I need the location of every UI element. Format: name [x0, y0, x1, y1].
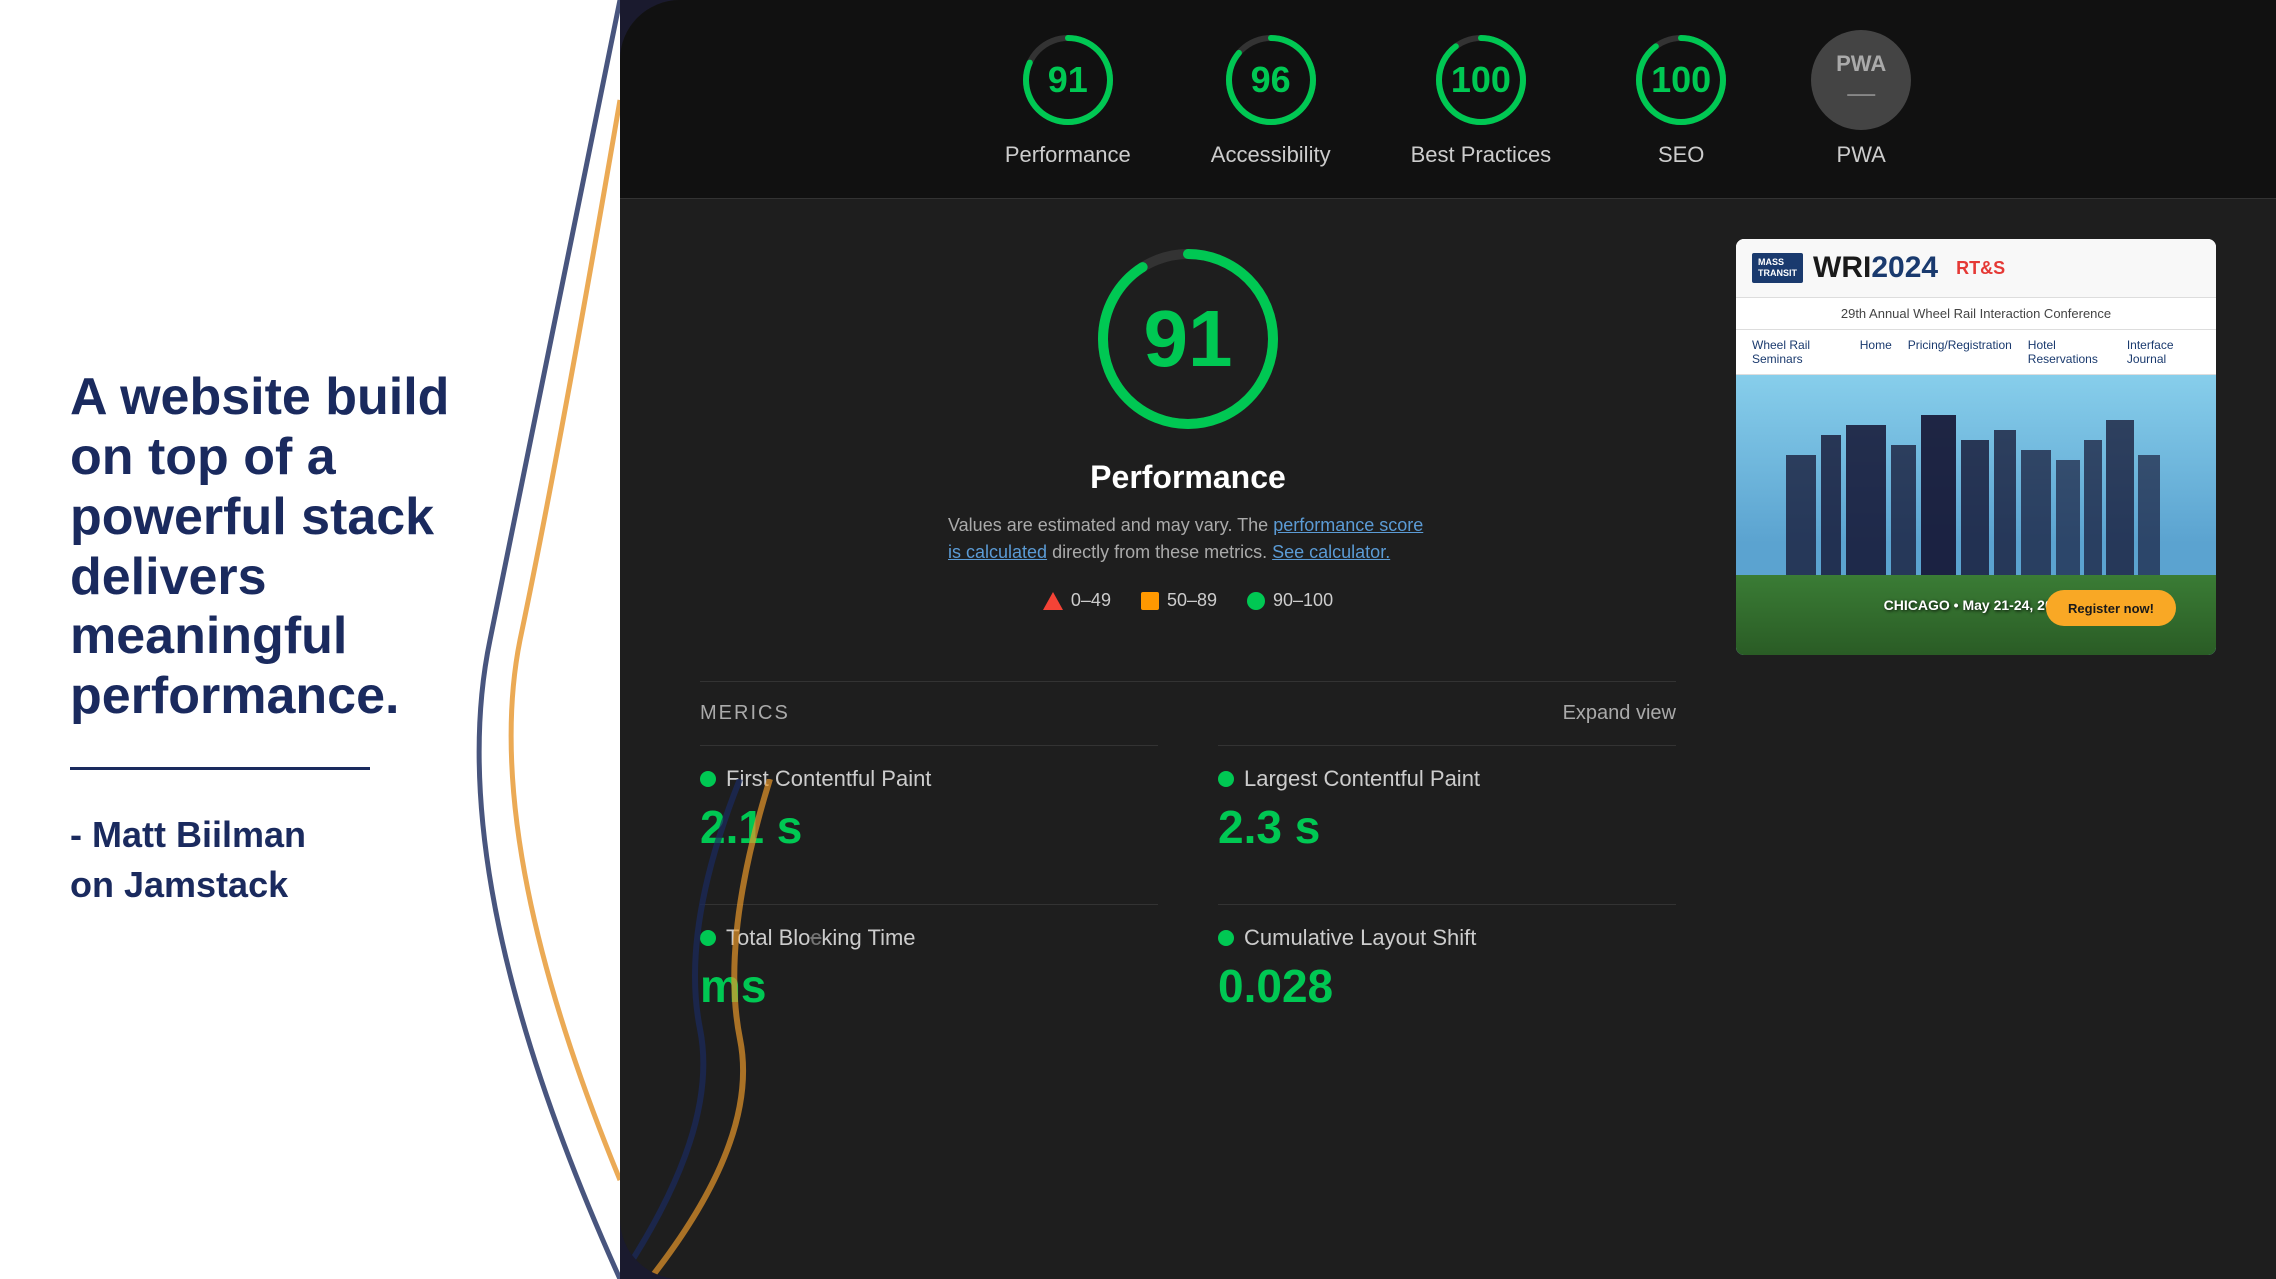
score-item-pwa: PWA — PWA: [1811, 30, 1911, 168]
rts-brand: RT&S: [1956, 258, 2005, 279]
svg-text:Register now!: Register now!: [2068, 601, 2154, 616]
perf-desc-text: Values are estimated and may vary. The: [948, 515, 1268, 535]
city-skyline-svg: CHICAGO • May 21-24, 2024 Register now!: [1736, 375, 2216, 655]
score-value-performance: 91: [1048, 59, 1088, 101]
wri-brand: WRI2024: [1813, 251, 1938, 285]
metric-fcp-value: 2.1 s: [700, 800, 1158, 854]
legend-triangle-icon: [1043, 592, 1063, 610]
legend-item-low: 0–49: [1043, 590, 1111, 611]
score-value-seo: 100: [1651, 59, 1711, 101]
metrics-title: MERICS: [700, 702, 790, 725]
screenshot-image-area: CHICAGO • May 21-24, 2024 Register now!: [1736, 375, 2216, 655]
metric-cls-dot: [1218, 930, 1234, 946]
legend-square-icon: [1141, 592, 1159, 610]
score-item-accessibility: 96 Accessibility: [1211, 30, 1331, 168]
performance-title: Performance: [1090, 459, 1286, 496]
legend-item-high: 90–100: [1247, 590, 1333, 611]
legend-item-mid: 50–89: [1141, 590, 1217, 611]
score-circle-accessibility: 96: [1221, 30, 1321, 130]
score-circle-performance: 91: [1018, 30, 1118, 130]
score-label-performance: Performance: [1005, 142, 1131, 168]
calculator-link[interactable]: See calculator.: [1272, 542, 1390, 562]
score-label-seo: SEO: [1658, 142, 1704, 168]
attribution: - Matt Biilman on Jamstack: [70, 810, 560, 911]
screenshot-header: MASS TRANSIT WRI2024 RT&S: [1736, 239, 2216, 298]
performance-section: 91 Performance Values are estimated and …: [700, 239, 1676, 651]
left-content: 91 Performance Values are estimated and …: [700, 239, 1676, 1279]
metric-tbt: Total Blocking Time ms: [700, 904, 1158, 1033]
big-performance-circle: 91: [1088, 239, 1288, 439]
screenshot-subtitle: 29th Annual Wheel Rail Interaction Confe…: [1736, 298, 2216, 330]
score-item-performance: 91 Performance: [1005, 30, 1131, 168]
nav-journal[interactable]: Interface Journal: [2127, 338, 2200, 366]
metric-lcp-value: 2.3 s: [1218, 800, 1676, 854]
score-value-best-practices: 100: [1451, 59, 1511, 101]
pwa-symbol: —: [1836, 77, 1886, 109]
metrics-grid: First Contentful Paint 2.1 s Largest Con…: [700, 745, 1676, 1033]
screenshot-logo: MASS TRANSIT WRI2024 RT&S: [1752, 251, 2005, 285]
right-panel: 91 Performance 96 Accessibility: [620, 0, 2276, 1279]
metric-lcp: Largest Contentful Paint 2.3 s: [1218, 745, 1676, 874]
nav-home[interactable]: Home: [1860, 338, 1892, 366]
pwa-label: PWA: [1836, 51, 1886, 77]
nav-seminars[interactable]: Wheel Rail Seminars: [1752, 338, 1844, 366]
expand-button[interactable]: Expand view: [1563, 702, 1676, 725]
metric-cls-value: 0.028: [1218, 959, 1676, 1013]
main-content-area: 91 Performance Values are estimated and …: [620, 199, 2276, 1279]
metric-cls: Cumulative Layout Shift 0.028: [1218, 904, 1676, 1033]
score-item-seo: 100 SEO: [1631, 30, 1731, 168]
screenshot-nav: Wheel Rail Seminars Home Pricing/Registr…: [1736, 330, 2216, 375]
metric-tbt-dot: [700, 930, 716, 946]
divider: [70, 767, 370, 770]
website-screenshot: MASS TRANSIT WRI2024 RT&S 29th Annual Wh…: [1736, 239, 2216, 655]
metrics-section: MERICS Expand view First Contentful Pain…: [700, 681, 1676, 1033]
big-score-value: 91: [1144, 293, 1233, 385]
legend: 0–49 50–89 90–100: [1043, 590, 1333, 611]
score-label-accessibility: Accessibility: [1211, 142, 1331, 168]
metrics-header: MERICS Expand view: [700, 681, 1676, 725]
legend-circle-icon: [1247, 592, 1265, 610]
left-panel: A website build on top of a powerful sta…: [0, 0, 620, 1279]
metric-tbt-value: ms: [700, 959, 1158, 1013]
score-label-pwa: PWA: [1837, 142, 1886, 168]
metric-fcp: First Contentful Paint 2.1 s: [700, 745, 1158, 874]
attribution-line2: on Jamstack: [70, 860, 560, 910]
metric-tbt-name: Total Blocking Time: [700, 925, 1158, 951]
legend-range-high: 90–100: [1273, 590, 1333, 611]
mass-transit-logo: MASS TRANSIT: [1752, 253, 1803, 283]
performance-description: Values are estimated and may vary. The p…: [948, 512, 1428, 566]
metric-lcp-dot: [1218, 771, 1234, 787]
score-item-best-practices: 100 Best Practices: [1411, 30, 1552, 168]
svg-text:CHICAGO • May 21-24, 2024: CHICAGO • May 21-24, 2024: [1884, 597, 2069, 613]
legend-range-low: 0–49: [1071, 590, 1111, 611]
metric-cls-name: Cumulative Layout Shift: [1218, 925, 1676, 951]
metric-fcp-dot: [700, 771, 716, 787]
nav-hotel[interactable]: Hotel Reservations: [2028, 338, 2111, 366]
pwa-circle: PWA —: [1811, 30, 1911, 130]
right-content: MASS TRANSIT WRI2024 RT&S 29th Annual Wh…: [1736, 239, 2216, 1279]
metric-fcp-name: First Contentful Paint: [700, 766, 1158, 792]
score-label-best-practices: Best Practices: [1411, 142, 1552, 168]
attribution-line1: - Matt Biilman: [70, 810, 560, 860]
metric-lcp-name: Largest Contentful Paint: [1218, 766, 1676, 792]
scores-bar: 91 Performance 96 Accessibility: [620, 0, 2276, 199]
score-circle-seo: 100: [1631, 30, 1731, 130]
nav-pricing[interactable]: Pricing/Registration: [1908, 338, 2012, 366]
legend-range-mid: 50–89: [1167, 590, 1217, 611]
score-circle-best-practices: 100: [1431, 30, 1531, 130]
score-value-accessibility: 96: [1251, 59, 1291, 101]
main-quote: A website build on top of a powerful sta…: [70, 368, 510, 727]
